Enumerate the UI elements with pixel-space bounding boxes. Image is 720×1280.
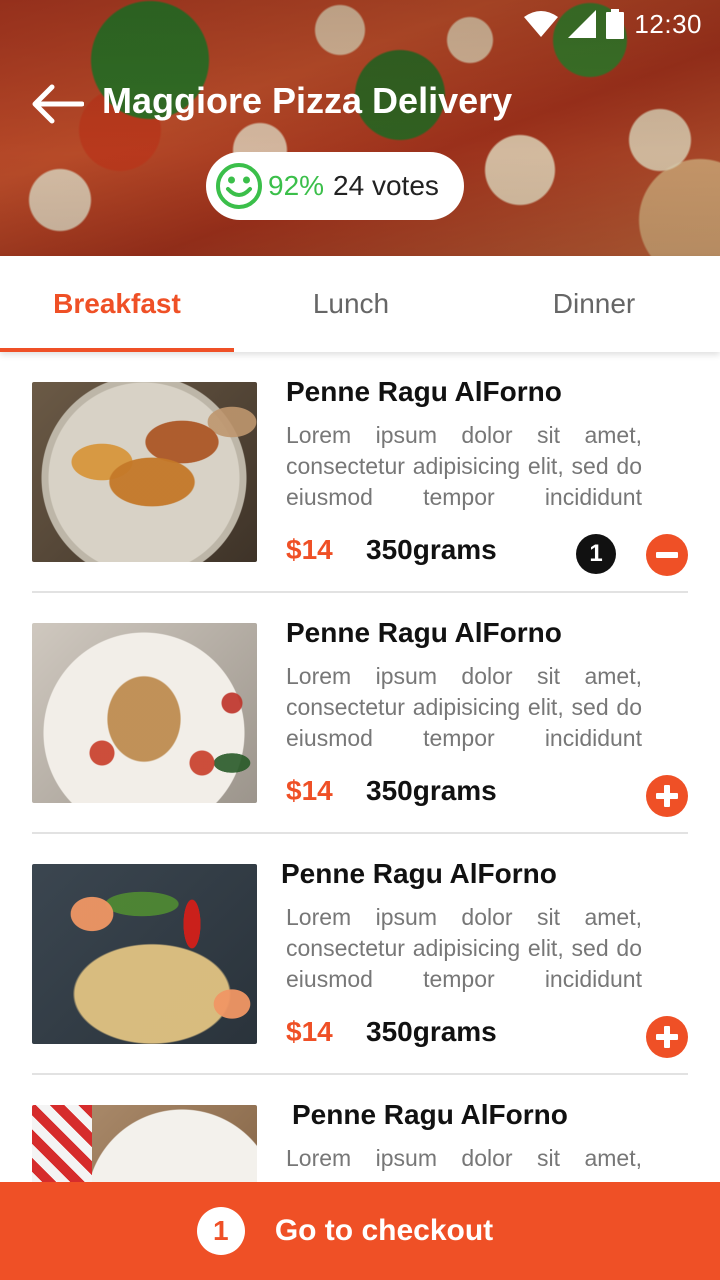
tab-breakfast[interactable]: Breakfast xyxy=(0,256,234,352)
dish-name: Penne Ragu AlForno xyxy=(286,376,562,407)
dish-photo xyxy=(32,623,257,803)
dish-photo xyxy=(32,1105,257,1182)
cart-count-badge: 1 xyxy=(196,1207,245,1255)
quantity-badge: 1 xyxy=(576,534,616,574)
dish-price: $14 xyxy=(286,1016,333,1047)
rating-votes: 24 votes xyxy=(333,170,439,201)
add-item-button[interactable] xyxy=(646,1016,688,1058)
rating-badge: 92% 24 votes xyxy=(206,152,464,220)
dish-description: Lorem ipsum dolor sit amet, consectetur … xyxy=(286,663,642,751)
add-item-button[interactable] xyxy=(646,775,688,817)
dish-weight: 350grams xyxy=(366,775,497,806)
status-bar: 12:30 xyxy=(0,0,720,48)
signal-icon xyxy=(568,10,597,38)
dish-price: $14 xyxy=(286,534,333,565)
dish-price: $14 xyxy=(286,775,333,806)
checkout-button[interactable]: 1 Go to checkout xyxy=(0,1182,720,1280)
dish-weight: 350grams xyxy=(366,1016,497,1047)
back-arrow-icon[interactable] xyxy=(30,84,84,124)
dish-name: Penne Ragu AlForno xyxy=(281,858,557,889)
tab-dinner[interactable]: Dinner xyxy=(468,256,720,352)
wifi-icon xyxy=(524,11,559,37)
dish-weight: 350grams xyxy=(366,534,497,565)
battery-icon xyxy=(606,9,625,39)
dish-description: Lorem ipsum dolor sit amet, xyxy=(286,1145,642,1171)
remove-item-button[interactable] xyxy=(646,534,688,576)
page-title: Maggiore Pizza Delivery xyxy=(102,80,513,121)
checkout-label: Go to checkout xyxy=(274,1214,494,1247)
list-item[interactable]: Penne Ragu AlForno Lorem ipsum dolor sit… xyxy=(0,352,720,593)
dish-name: Penne Ragu AlForno xyxy=(292,1099,568,1130)
dish-photo xyxy=(32,864,257,1044)
smiley-icon xyxy=(216,163,262,209)
dish-photo xyxy=(32,382,257,562)
menu-list: Penne Ragu AlForno Lorem ipsum dolor sit… xyxy=(0,352,720,1182)
tab-lunch[interactable]: Lunch xyxy=(234,256,468,352)
rating-percent: 92% xyxy=(268,170,325,201)
meal-tabs: Breakfast Lunch Dinner xyxy=(0,256,720,352)
dish-description: Lorem ipsum dolor sit amet, consectetur … xyxy=(286,422,642,510)
list-item[interactable]: Penne Ragu AlForno Lorem ipsum dolor sit… xyxy=(0,834,720,1075)
status-time: 12:30 xyxy=(634,8,702,39)
dish-description: Lorem ipsum dolor sit amet, consectetur … xyxy=(286,904,642,992)
list-item[interactable]: Penne Ragu AlForno Lorem ipsum dolor sit… xyxy=(0,593,720,834)
dish-name: Penne Ragu AlForno xyxy=(286,617,562,648)
list-item[interactable]: Penne Ragu AlForno Lorem ipsum dolor sit… xyxy=(0,1075,720,1182)
